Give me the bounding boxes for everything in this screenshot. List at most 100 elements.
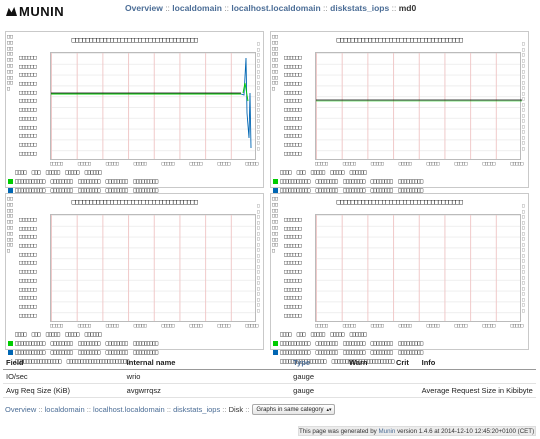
graph-title: □□□□□□□□□□□□□□□□□□□□□□□□□□□□□□□□□□□□ [336,36,463,44]
legend-value-cell: □□□□□□□□□□□ [280,340,310,347]
y-tick-label: □□□□□□ [19,141,37,148]
table-header-row: Field Internal name Type Warn Crit Info [3,356,536,370]
crit-cell [392,383,419,398]
chevron-updown-icon: ▴▾ [326,406,332,413]
breadcrumb-host-link[interactable]: localhost.localdomain [93,405,165,414]
y-tick-label: □□□□□□ [284,260,302,267]
breadcrumb-domain-link[interactable]: localdomain [45,405,85,414]
x-axis-ticks: □□□□□ □□□□□ □□□□□ □□□□□ □□□□□ □□□□□ □□□□□ □□□□□ [315,161,523,167]
legend-value-cell: □□□□□□□□ [343,340,365,347]
y-tick-label: □□□□□□ [19,133,37,140]
legend-header-cell: □□□□□□ [349,331,367,338]
info-cell: Average Request Size in Kibibyte [418,383,536,398]
graph-side-label: □□□□□□□□□□□□□□□□□□□□ [522,42,525,152]
graph-plot-area[interactable] [50,214,256,322]
legend-value-cell: □□□□□□□□□ [398,349,423,356]
graph-panel[interactable]: □□□□□□□□□□□□□□□□□□□□□□□□□□□□□□□□□□□□ □□□□… [5,193,264,365]
graph-plot-area[interactable] [315,52,522,160]
x-tick-label: □□□□□ [217,323,230,329]
munin-logo-icon [5,5,18,18]
graph-plot-area[interactable] [50,52,256,160]
legend-value-cell: □□□□□□□□□ [398,178,423,185]
type-cell: gauge [290,369,347,384]
breadcrumb: Overview :: localdomain :: localhost.loc… [125,3,417,13]
legend-value-cell: □□□□□□□□ [315,340,338,347]
x-tick-label: □□□□□ [315,161,328,167]
y-tick-label: □□□□□□ [19,72,37,79]
legend-header-cell: □□□□ [15,169,27,176]
legend-value-cell: □□□□□□□□□□□ [15,178,45,185]
category-select[interactable]: Graphs in same category ▴▾ [252,404,336,415]
y-tick-label: □□□□□□ [284,98,302,105]
table-row: IO/sec wrio gauge [3,369,536,384]
breadcrumb-plugin-link[interactable]: diskstats_iops [330,3,389,13]
y-tick-label: □□□□□□ [284,217,302,223]
series-color-swatch [8,350,13,355]
legend-value-cell: □□□□□□□□ [105,178,128,185]
legend-header-cell: □□□□□ [310,169,325,176]
breadcrumb-host-link[interactable]: localhost.localdomain [231,3,320,13]
graph-side-label: □□□□□□□□□□□□□□□□□□□□ [257,42,260,152]
breadcrumb-overview-link[interactable]: Overview [125,3,163,13]
y-tick-label: □□□□□□ [19,286,37,293]
graph-plot-area[interactable] [315,214,521,322]
breadcrumb-domain-link[interactable]: localdomain [172,3,222,13]
y-tick-label: □□□□□□ [19,115,37,122]
x-tick-label: □□□□□ [245,323,258,329]
x-tick-label: □□□□□ [370,323,384,329]
y-tick-label: □□□□□□ [19,55,37,61]
legend-header-row: □□□□ □□□ □□□□□ □□□□□ □□□□□□ [8,168,261,177]
y-tick-label: □□□□□□ [19,225,37,232]
legend-value-cell: □□□□□□□□ [78,340,100,347]
y-tick-label: □□□□□□ [19,243,37,250]
graph-panel[interactable]: □□□□□□□□□□□□□□□□□□□□□□□□□□□□□□□□□□□□ □□□□… [5,31,264,203]
legend-value-cell: □□□□□□□□ [50,340,73,347]
y-tick-label: □□□□□□ [19,217,37,223]
y-tick-label: □□□□□□ [19,98,37,105]
y-tick-label: □□□□□□ [19,251,37,258]
y-axis-ticks: □□□□□□ □□□□□□ □□□□□□ □□□□□□ □□□□□□ □□□□□□ □□□□… [19,54,49,158]
y-tick-label: □□□□□□ [19,312,37,319]
internal-name-cell: avgwrrqsz [123,383,291,398]
y-tick-label: □□□□□□ [284,89,302,96]
breadcrumb-overview-link[interactable]: Overview [5,405,36,414]
y-axis-label: □□□□□□□□□□□□□□□□□□□ [7,34,14,93]
x-tick-label: □□□□□ [217,161,230,167]
y-axis-label: □□□□□□□□□□□□□□□□□□□ [7,196,14,255]
x-tick-label: □□□□□ [189,161,203,167]
legend-header-row: □□□□ □□□ □□□□□ □□□□□ □□□□□□ [273,330,526,339]
y-tick-label: □□□□□□ [19,81,37,88]
graph-title: □□□□□□□□□□□□□□□□□□□□□□□□□□□□□□□□□□□□ [71,36,198,44]
graph-panel[interactable]: □□□□□□□□□□□□□□□□□□□□□□□□□□□□□□□□□□□□ □□□□… [270,193,529,365]
type-sort-link[interactable]: Type [293,358,310,367]
footer: This page was generated by Munin version… [298,426,536,436]
x-tick-label: □□□□□ [370,161,384,167]
x-tick-label: □□□□□ [189,323,203,329]
y-tick-label: □□□□□□ [19,234,37,241]
legend-header-cell: □□□ [31,169,41,176]
series-color-swatch [273,341,278,346]
legend-value-cell: □□□□□□□□ [370,178,393,185]
legend-header-cell: □□□□□ [65,331,79,338]
legend-value-cell: □□□□□□□□ [315,178,338,185]
legend-value-cell: □□□□□□□□□ [133,349,158,356]
field-cell: IO/sec [3,369,124,384]
y-tick-label: □□□□□□ [284,133,302,140]
breadcrumb-plugin-link[interactable]: diskstats_iops [173,405,220,414]
legend-value-cell: □□□□□□□□ [370,340,393,347]
y-axis-ticks: □□□□□□ □□□□□□ □□□□□□ □□□□□□ □□□□□□ □□□□□□ □□□□… [284,54,314,158]
y-tick-label: □□□□□□ [284,115,302,122]
munin-link[interactable]: Munin [378,428,395,435]
legend-header-cell: □□□ [31,331,41,338]
x-tick-label: □□□□□ [454,161,468,167]
y-tick-label: □□□□□□ [19,269,37,276]
series-line [240,57,252,149]
header-type[interactable]: Type [290,356,347,370]
legend-value-cell: □□□□□□□□ [50,349,73,356]
legend-value-cell: □□□□□□□□□□□ [280,349,310,356]
munin-logo[interactable]: MUNIN [5,4,64,19]
graph-panel[interactable]: □□□□□□□□□□□□□□□□□□□□□□□□□□□□□□□□□□□□ □□□□… [270,31,529,203]
legend-value-cell: □□□□□□□□ [315,349,338,356]
header-info: Info [418,356,536,370]
info-cell [418,369,536,384]
